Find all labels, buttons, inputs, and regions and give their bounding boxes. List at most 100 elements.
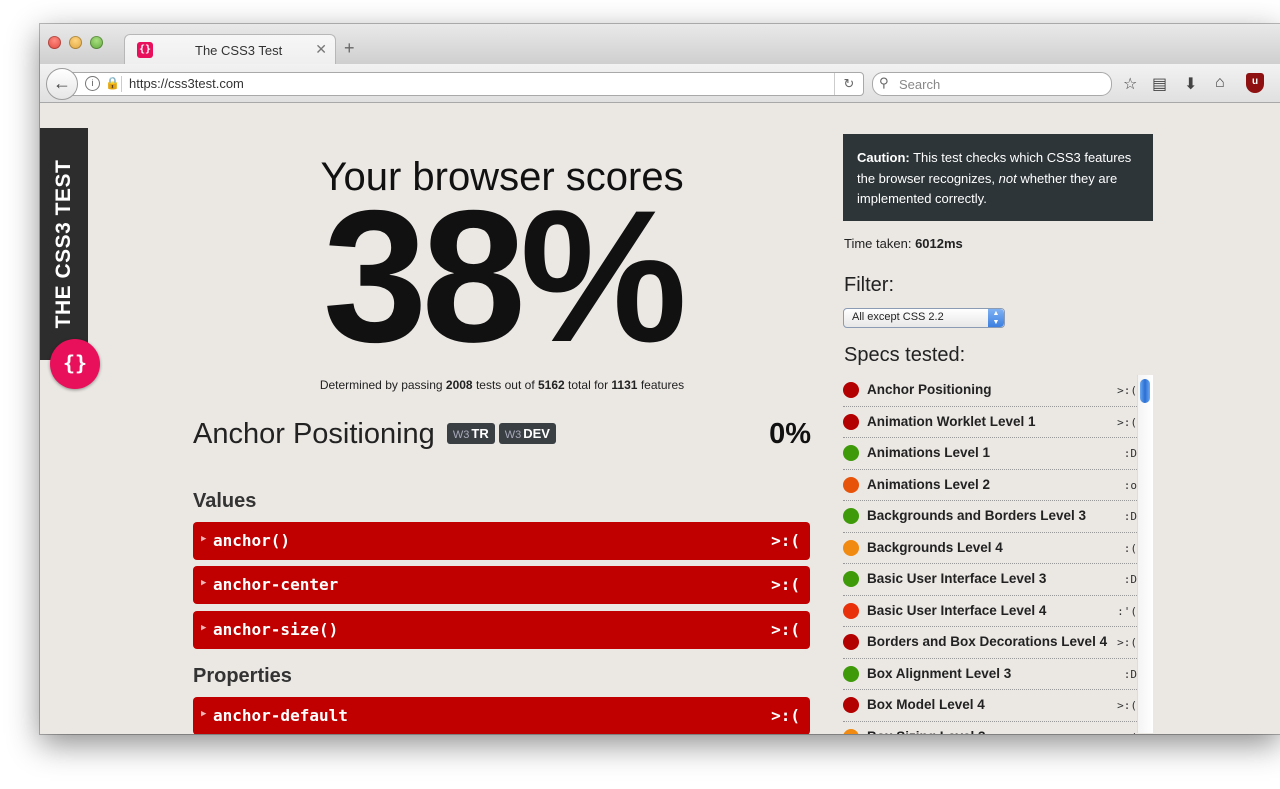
test-name: anchor-center: [213, 575, 339, 594]
summary-text: total for: [568, 378, 609, 392]
reading-list-icon[interactable]: ▤: [1152, 74, 1167, 94]
spec-list-item[interactable]: Animations Level 1 :D: [843, 438, 1137, 470]
spec-list-item[interactable]: Anchor Positioning >:(: [843, 375, 1137, 407]
status-dot-icon: [843, 413, 859, 430]
summary-text: Determined by passing: [319, 378, 443, 392]
spec-title: Anchor Positioning: [193, 418, 435, 450]
status-dot-icon: [843, 665, 859, 682]
spec-list-item[interactable]: Animation Worklet Level 1 >:(: [843, 407, 1137, 438]
home-icon[interactable]: ⌂: [1215, 74, 1225, 92]
test-name: anchor-size(): [213, 620, 339, 639]
spec-list-scrollbar[interactable]: [1137, 375, 1153, 733]
browser-window: {} The CSS3 Test ✕ + ← i 🔒 https://css3t…: [40, 24, 1280, 734]
search-icon: ⚲: [879, 75, 889, 90]
spec-list-item[interactable]: Box Alignment Level 3 :D: [843, 659, 1137, 690]
specs-tested-label: Specs tested:: [844, 344, 966, 366]
filter-select[interactable]: All except CSS 2.2 ▲ ▼: [843, 308, 1005, 328]
test-result: >:(: [771, 575, 800, 594]
spec-result: :(: [1124, 731, 1137, 735]
time-value: 6012ms: [915, 236, 963, 251]
spec-result: :D: [1123, 447, 1137, 460]
test-result: >:(: [771, 706, 800, 725]
test-row[interactable]: ▶ anchor-size() >:(: [193, 611, 810, 649]
window-close-button[interactable]: [48, 36, 61, 49]
spec-result: >:(: [1117, 384, 1137, 397]
spec-list-item[interactable]: Box Model Level 4 >:(: [843, 690, 1137, 722]
spec-name: Basic User Interface Level 4: [867, 602, 1047, 618]
search-input[interactable]: [897, 75, 1101, 93]
badge-label: DEV: [523, 426, 550, 441]
search-bar[interactable]: ⚲: [872, 72, 1112, 96]
test-row[interactable]: ▶ anchor-default >:(: [193, 697, 810, 734]
summary-text: tests out of: [475, 378, 535, 392]
back-button[interactable]: ←: [46, 68, 78, 100]
spec-result: :D: [1123, 667, 1137, 681]
window-minimize-button[interactable]: [69, 36, 82, 49]
site-ribbon[interactable]: THE CSS3 TEST: [40, 128, 88, 360]
spec-result: :D: [1123, 573, 1137, 586]
values-heading: Values: [193, 490, 257, 512]
status-dot-icon: [843, 602, 859, 619]
window-maximize-button[interactable]: [90, 36, 103, 49]
address-bar[interactable]: i 🔒 https://css3test.com ↻: [62, 72, 864, 96]
spec-list-item[interactable]: Backgrounds and Borders Level 3:D: [843, 501, 1137, 533]
filter-selected-value: All except CSS 2.2: [852, 311, 944, 323]
url-text[interactable]: https://css3test.com: [129, 76, 244, 91]
download-icon[interactable]: ⬇: [1184, 74, 1197, 94]
status-dot-icon: [843, 508, 859, 524]
close-tab-icon[interactable]: ✕: [315, 41, 327, 58]
spec-list-item[interactable]: Basic User Interface Level 3 :D: [843, 564, 1137, 596]
scrollbar-thumb[interactable]: [1140, 379, 1150, 403]
spec-list-item[interactable]: Backgrounds Level 4:(: [843, 533, 1137, 564]
test-row[interactable]: ▶ anchor-center >:(: [193, 566, 810, 604]
status-dot-icon: [843, 445, 859, 461]
caution-box: Caution: This test checks which CSS3 fea…: [843, 134, 1153, 221]
tr-badge[interactable]: W3 TR: [446, 423, 495, 444]
test-row[interactable]: ▶ anchor() >:(: [193, 522, 810, 560]
spec-result: :'(: [1117, 604, 1137, 618]
caution-emphasis: not: [998, 170, 1017, 186]
divider: [121, 76, 122, 92]
css3test-logo-icon[interactable]: {}: [50, 339, 100, 389]
summary-text: features: [640, 378, 685, 392]
spec-name: Box Alignment Level 3: [867, 665, 1012, 681]
tab-title: The CSS3 Test: [195, 43, 283, 58]
time-taken: Time taken: 6012ms: [844, 236, 963, 251]
spec-name: Backgrounds Level 4: [867, 539, 1003, 555]
total-count: 5162: [538, 378, 565, 392]
caution-label: Caution:: [857, 150, 910, 165]
test-result: >:(: [771, 531, 800, 550]
spec-result: :o: [1123, 478, 1137, 492]
score-summary: Determined by passing 2008 tests out of …: [193, 378, 811, 392]
w3-logo-icon: W3: [452, 429, 470, 441]
browser-tab[interactable]: {} The CSS3 Test ✕: [124, 34, 336, 67]
reload-icon[interactable]: ↻: [834, 73, 863, 95]
passed-count: 2008: [445, 378, 473, 392]
info-icon[interactable]: i: [85, 76, 100, 91]
properties-heading: Properties: [193, 665, 292, 687]
spec-name: Animations Level 1: [867, 445, 991, 460]
bookmark-star-icon[interactable]: ☆: [1123, 74, 1137, 94]
navigation-toolbar: ← i 🔒 https://css3test.com ↻ ⚲ ☆ ▤ ⬇ ⌂ u: [40, 64, 1280, 103]
filter-label: Filter:: [844, 274, 894, 296]
ublock-extension-icon[interactable]: u: [1246, 73, 1264, 93]
new-tab-button[interactable]: +: [344, 38, 355, 59]
spec-result: >:(: [1117, 415, 1137, 429]
expand-arrow-icon: ▶: [201, 578, 207, 588]
spec-name: Box Sizing Level 3: [867, 729, 986, 735]
spec-list: Anchor Positioning >:(Animation Worklet L…: [843, 375, 1137, 734]
spec-name: Animation Worklet Level 1: [867, 413, 1036, 429]
status-dot-icon: [843, 539, 859, 556]
page-content: THE CSS3 TEST {} Your browser scores 38%…: [40, 103, 1280, 734]
spec-list-item[interactable]: Animations Level 2:o: [843, 470, 1137, 501]
spec-list-item[interactable]: Box Sizing Level 3 :(: [843, 722, 1137, 735]
expand-arrow-icon: ▶: [201, 709, 207, 719]
status-dot-icon: [843, 382, 859, 398]
spec-name: Basic User Interface Level 3: [867, 571, 1047, 586]
dev-badge[interactable]: W3 DEV: [498, 423, 556, 444]
spec-list-item[interactable]: Basic User Interface Level 4 :'(: [843, 596, 1137, 627]
spec-list-item[interactable]: Borders and Box Decorations Level 4 >:(: [843, 627, 1137, 659]
ribbon-title: THE CSS3 TEST: [52, 159, 75, 329]
spec-name: Anchor Positioning: [867, 382, 992, 397]
spec-result: :D: [1123, 510, 1137, 523]
